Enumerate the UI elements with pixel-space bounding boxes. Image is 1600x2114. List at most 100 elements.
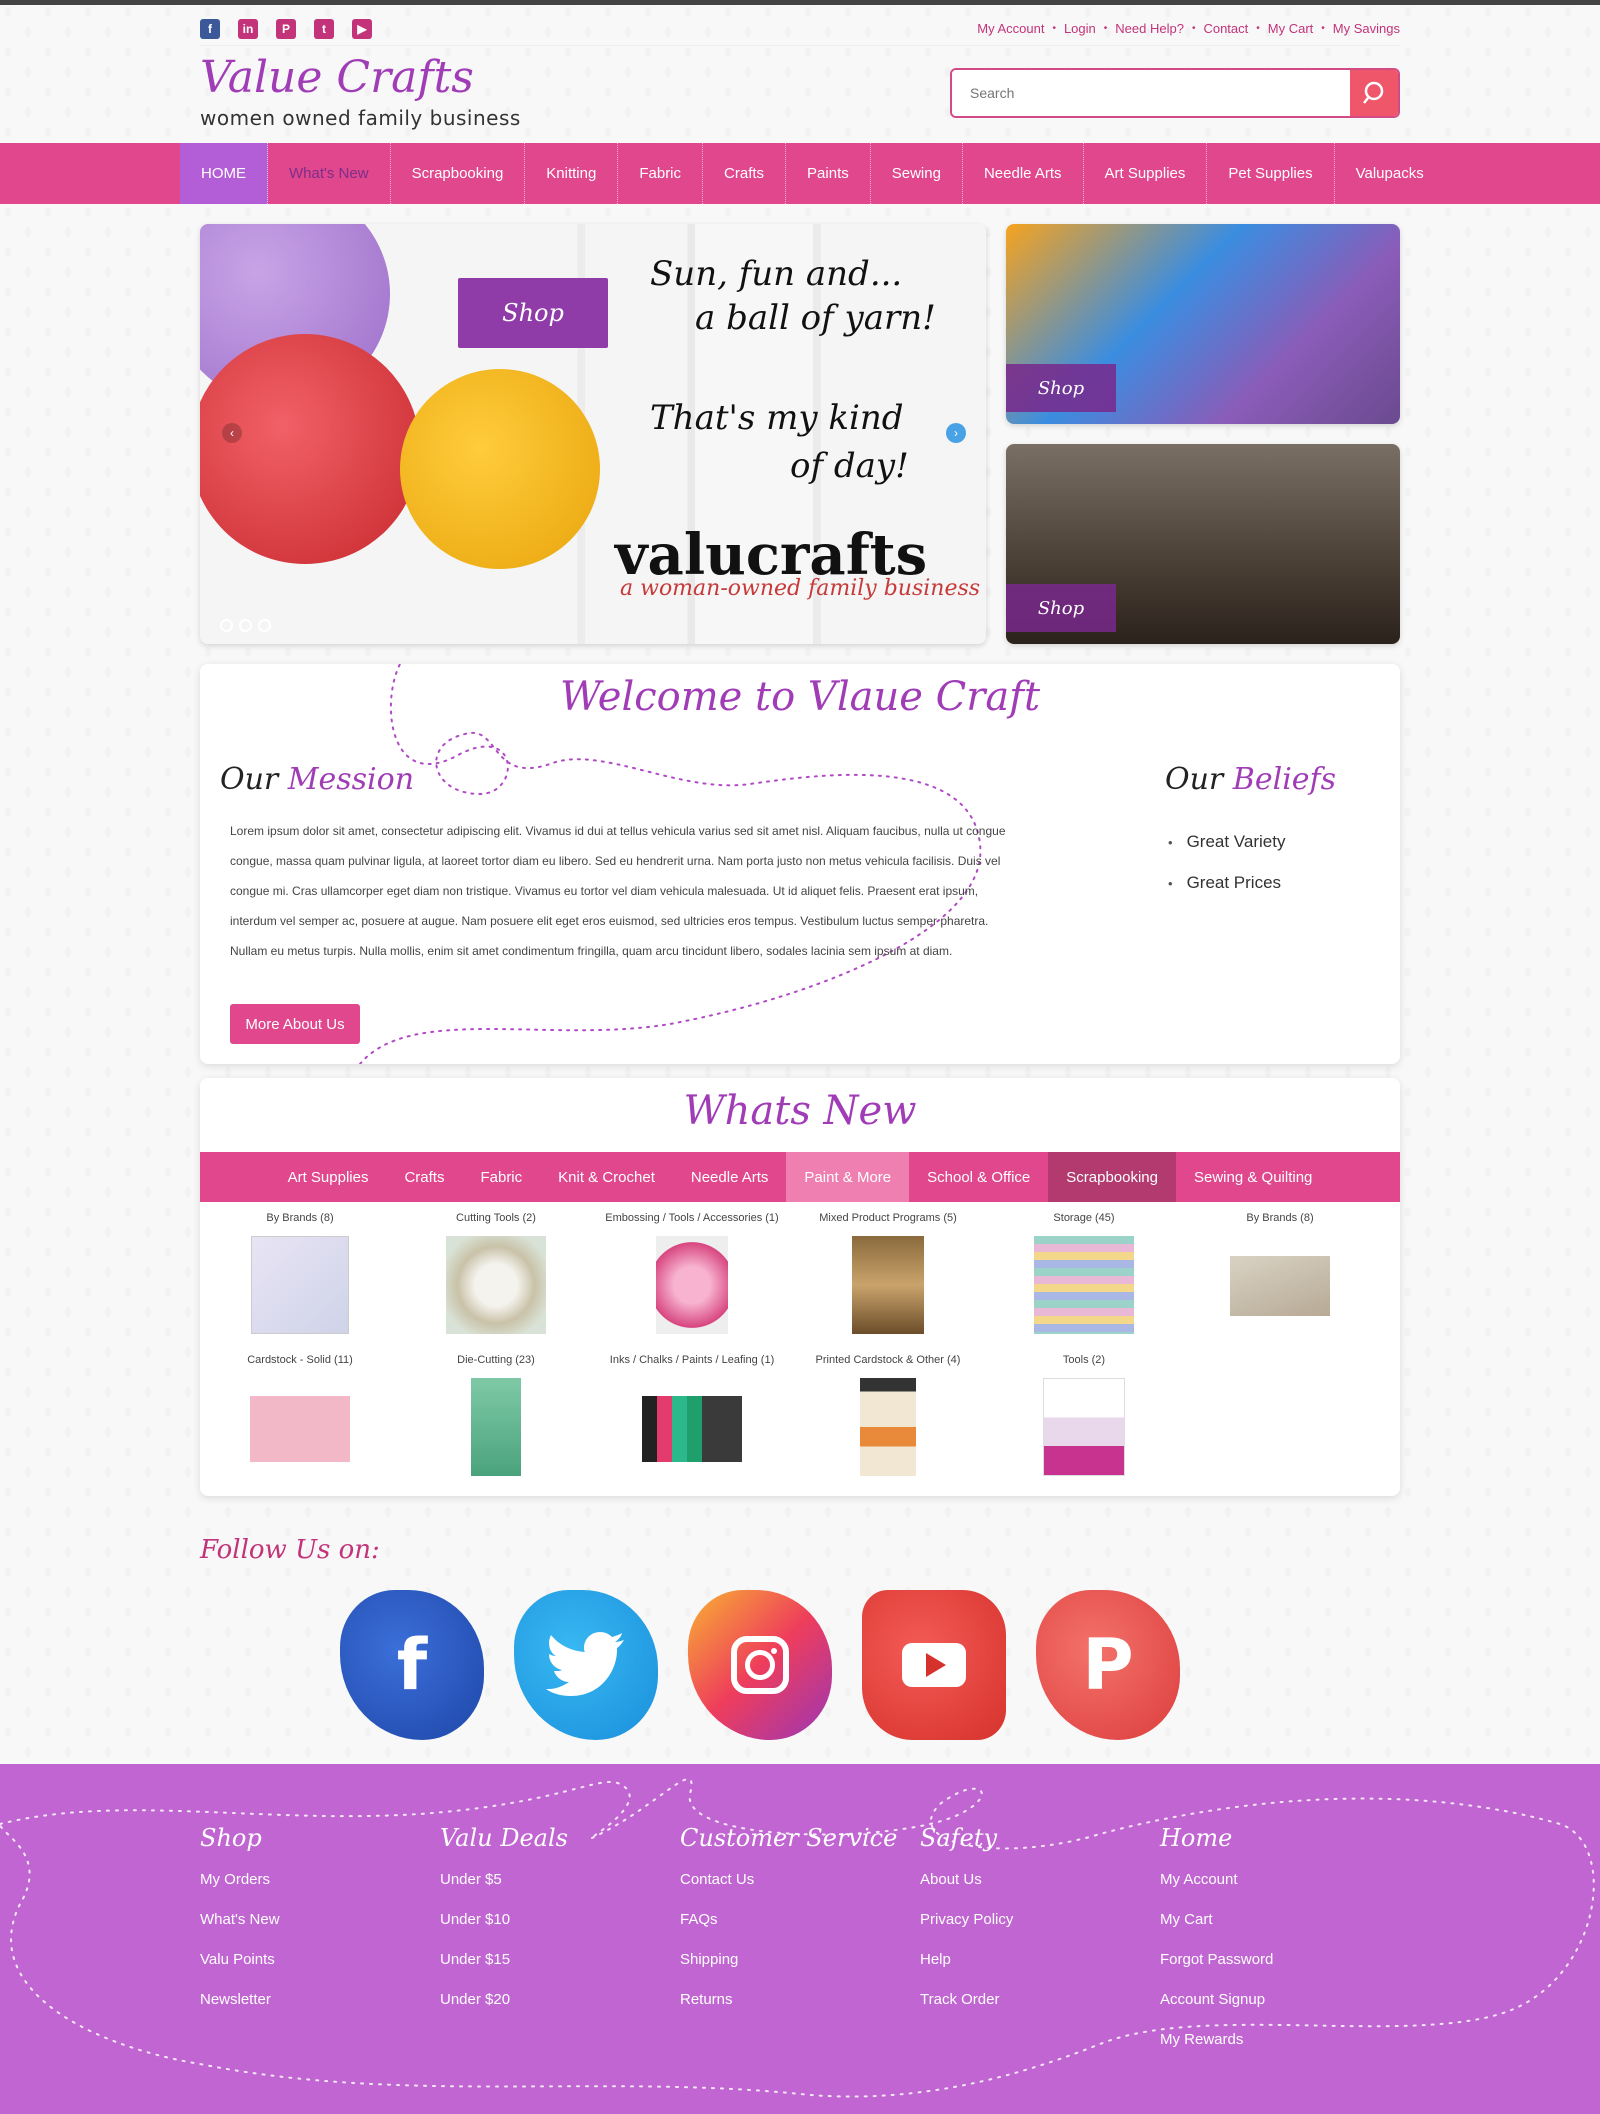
product-tile[interactable]: Printed Cardstock & Other (4) xyxy=(790,1354,986,1476)
nav-needle-arts[interactable]: Needle Arts xyxy=(963,143,1084,204)
product-tile[interactable]: By Brands (8) xyxy=(1182,1212,1378,1316)
nav-pet-supplies[interactable]: Pet Supplies xyxy=(1207,143,1335,204)
footer-link[interactable]: Shipping xyxy=(680,1940,910,1980)
youtube-icon[interactable]: ▶ xyxy=(352,18,372,39)
slider-dot[interactable] xyxy=(220,619,233,632)
product-image xyxy=(860,1378,916,1476)
promo-brushes[interactable]: Shop xyxy=(1006,444,1400,644)
my-cart-link[interactable]: My Cart xyxy=(1268,21,1314,36)
nav-art-supplies[interactable]: Art Supplies xyxy=(1084,143,1208,204)
footer-link[interactable]: Account Signup xyxy=(1160,1980,1390,2020)
pinterest-icon[interactable]: P xyxy=(1036,1590,1180,1740)
product-tile[interactable]: Storage (45) xyxy=(986,1212,1182,1334)
product-label: Cutting Tools (2) xyxy=(456,1212,536,1224)
beliefs-heading: Our Beliefs xyxy=(1165,762,1336,797)
my-account-link[interactable]: My Account xyxy=(977,21,1044,36)
product-tile[interactable]: Cutting Tools (2) xyxy=(398,1212,594,1334)
tab-fabric[interactable]: Fabric xyxy=(462,1152,540,1202)
nav-home[interactable]: HOME xyxy=(180,143,268,204)
main-nav: HOME What's New Scrapbooking Knitting Fa… xyxy=(0,143,1600,204)
mission-heading-highlight: Mession xyxy=(287,762,415,797)
slider-next-arrow[interactable]: › xyxy=(946,423,966,443)
welcome-section: Welcome to Vlaue Craft Our Mession Lorem… xyxy=(200,664,1400,1064)
footer-link[interactable]: My Rewards xyxy=(1160,2020,1390,2060)
nav-sewing[interactable]: Sewing xyxy=(871,143,963,204)
search-box xyxy=(950,68,1400,118)
utility-bar: f in P t ▶ My Account • Login • Need Help?… xyxy=(200,12,1400,46)
promo-kids-craft[interactable]: Shop xyxy=(1006,224,1400,424)
search-input[interactable] xyxy=(952,70,1350,116)
slide-subtitle: a woman-owned family business xyxy=(620,576,981,601)
footer-link[interactable]: My Orders xyxy=(200,1860,430,1900)
product-tile[interactable]: By Brands (8) xyxy=(202,1212,398,1334)
footer-link[interactable]: My Cart xyxy=(1160,1900,1390,1940)
nav-crafts[interactable]: Crafts xyxy=(703,143,787,204)
footer-link[interactable]: Contact Us xyxy=(680,1860,910,1900)
promo-shop-button[interactable]: Shop xyxy=(1006,364,1116,412)
footer-link[interactable]: Valu Points xyxy=(200,1940,430,1980)
product-tile[interactable]: Die-Cutting (23) xyxy=(398,1354,594,1476)
tab-paint-more[interactable]: Paint & More xyxy=(786,1152,910,1202)
tab-school-office[interactable]: School & Office xyxy=(909,1152,1048,1202)
slide-headline-4: of day! xyxy=(790,446,909,486)
tab-knit-crochet[interactable]: Knit & Crochet xyxy=(540,1152,673,1202)
need-help-link[interactable]: Need Help? xyxy=(1115,21,1184,36)
nav-fabric[interactable]: Fabric xyxy=(618,143,704,204)
instagram-icon[interactable] xyxy=(688,1590,832,1740)
footer-link[interactable]: Under $5 xyxy=(440,1860,670,1900)
slider-shop-button[interactable]: Shop xyxy=(458,278,608,348)
product-tile[interactable]: Tools (2) xyxy=(986,1354,1182,1476)
facebook-icon[interactable]: f xyxy=(340,1590,484,1740)
product-tile[interactable]: Embossing / Tools / Accessories (1) xyxy=(594,1212,790,1334)
promo-shop-button[interactable]: Shop xyxy=(1006,584,1116,632)
twitter-icon[interactable]: t xyxy=(314,18,334,39)
footer-link[interactable]: Under $15 xyxy=(440,1940,670,1980)
footer-link[interactable]: Track Order xyxy=(920,1980,1150,2020)
footer-link[interactable]: Privacy Policy xyxy=(920,1900,1150,1940)
account-links: My Account • Login • Need Help? • Contact • … xyxy=(977,21,1400,36)
footer-link[interactable]: Under $10 xyxy=(440,1900,670,1940)
footer-link[interactable]: Returns xyxy=(680,1980,910,2020)
search-button[interactable] xyxy=(1350,70,1398,116)
slider-dot[interactable] xyxy=(239,619,252,632)
footer-link[interactable]: FAQs xyxy=(680,1900,910,1940)
footer-link[interactable]: Under $20 xyxy=(440,1980,670,2020)
footer-link[interactable]: Newsletter xyxy=(200,1980,430,2020)
youtube-icon[interactable] xyxy=(862,1590,1006,1740)
footer-link[interactable]: Help xyxy=(920,1940,1150,1980)
footer-heading: Customer Service xyxy=(680,1824,898,1852)
product-tile[interactable]: Cardstock - Solid (11) xyxy=(202,1354,398,1462)
footer-heading: Home xyxy=(1160,1824,1233,1852)
slider-prev-arrow[interactable]: ‹ xyxy=(222,423,242,443)
slide-headline-1: Sun, fun and... xyxy=(650,254,903,294)
linkedin-icon[interactable]: in xyxy=(238,18,258,39)
nav-knitting[interactable]: Knitting xyxy=(525,143,619,204)
tab-crafts[interactable]: Crafts xyxy=(386,1152,462,1202)
contact-link[interactable]: Contact xyxy=(1203,21,1248,36)
nav-whats-new[interactable]: What's New xyxy=(268,143,391,204)
slider-dot[interactable] xyxy=(258,619,271,632)
pinterest-icon[interactable]: P xyxy=(276,18,296,39)
product-tile[interactable]: Inks / Chalks / Paints / Leafing (1) xyxy=(594,1354,790,1462)
nav-paints[interactable]: Paints xyxy=(786,143,871,204)
footer-heading: Shop xyxy=(200,1824,262,1852)
nav-scrapbooking[interactable]: Scrapbooking xyxy=(391,143,526,204)
tab-scrapbooking[interactable]: Scrapbooking xyxy=(1048,1152,1176,1202)
tab-art-supplies[interactable]: Art Supplies xyxy=(270,1152,387,1202)
login-link[interactable]: Login xyxy=(1064,21,1096,36)
social-icons: f P xyxy=(340,1590,1180,1740)
logo-tagline: women owned family business xyxy=(200,106,521,130)
tab-needle-arts[interactable]: Needle Arts xyxy=(673,1152,787,1202)
product-tile[interactable]: Mixed Product Programs (5) xyxy=(790,1212,986,1334)
twitter-icon[interactable] xyxy=(514,1590,658,1740)
footer-link[interactable]: About Us xyxy=(920,1860,1150,1900)
facebook-icon[interactable]: f xyxy=(200,18,220,39)
footer-link[interactable]: My Account xyxy=(1160,1860,1390,1900)
logo-title[interactable]: Value Crafts xyxy=(200,52,474,103)
nav-valupacks[interactable]: Valupacks xyxy=(1335,143,1445,204)
footer-link[interactable]: What's New xyxy=(200,1900,430,1940)
footer-link[interactable]: Forgot Password xyxy=(1160,1940,1390,1980)
my-savings-link[interactable]: My Savings xyxy=(1333,21,1400,36)
more-about-us-button[interactable]: More About Us xyxy=(230,1004,360,1044)
tab-sewing-quilting[interactable]: Sewing & Quilting xyxy=(1176,1152,1330,1202)
